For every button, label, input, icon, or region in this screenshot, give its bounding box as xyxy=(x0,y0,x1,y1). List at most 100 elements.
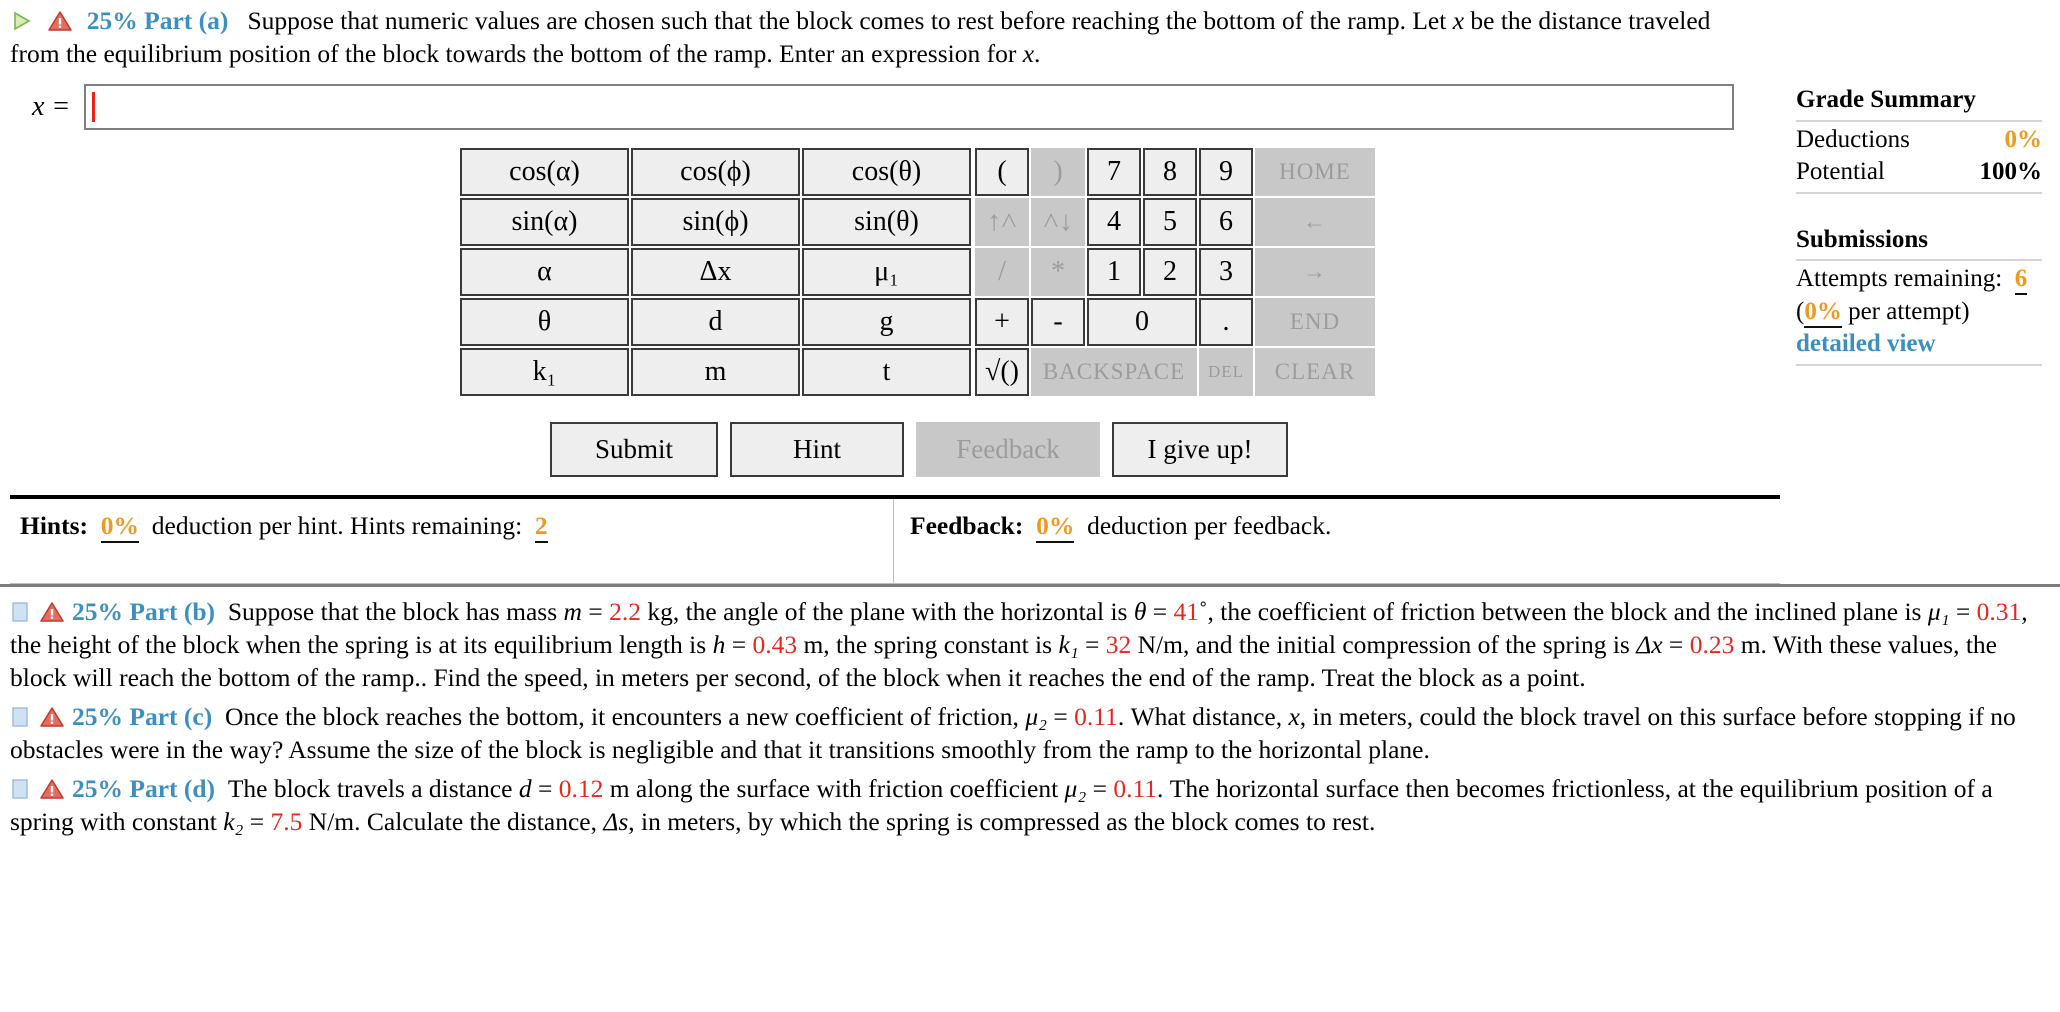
answer-row: x = xyxy=(10,70,1757,146)
part-text-segment: = xyxy=(1078,629,1106,659)
plus-key[interactable]: + xyxy=(975,298,1029,347)
multiply-key: * xyxy=(1031,248,1085,297)
part-text-segment: 0.12 xyxy=(558,774,604,804)
eight-key[interactable]: 8 xyxy=(1143,148,1197,197)
hints-label: Hints: xyxy=(20,511,89,541)
expand-square-icon[interactable] xyxy=(10,702,30,727)
paren-open-key[interactable]: ( xyxy=(975,148,1029,197)
symbol-key[interactable]: α xyxy=(460,248,629,297)
three-key[interactable]: 3 xyxy=(1199,248,1253,297)
end-key: END xyxy=(1255,298,1375,347)
triangle-right-icon[interactable] xyxy=(10,7,32,31)
collapsed-part: 25% Part (b) Suppose that the block has … xyxy=(10,591,2050,696)
expand-square-icon[interactable] xyxy=(10,597,30,622)
symbol-key[interactable]: sin(θ) xyxy=(802,198,971,247)
feedback-deduction-text: deduction per feedback. xyxy=(1087,511,1332,541)
part-text-segment: N/m. Calculate the distance, xyxy=(302,807,604,837)
divider xyxy=(1796,119,2042,122)
keypad-row: √() BACKSPACE DEL CLEAR xyxy=(975,348,1375,397)
submit-button[interactable]: Submit xyxy=(550,422,718,478)
part-text-segment: 32 xyxy=(1105,629,1132,659)
backspace-key: BACKSPACE xyxy=(1031,348,1197,397)
feedback-deduction-value: 0% xyxy=(1036,511,1075,544)
one-key[interactable]: 1 xyxy=(1087,248,1141,297)
part-text-segment: Δs xyxy=(603,807,629,837)
expand-square-icon[interactable] xyxy=(10,774,30,799)
part-text-segment: Suppose that the block has mass xyxy=(227,596,564,626)
symbol-key[interactable]: Δx xyxy=(631,248,800,297)
superscript-key: ↑˄ xyxy=(975,198,1029,247)
grade-summary-sidebar: Grade Summary Deductions 0% Potential 10… xyxy=(1796,84,2042,368)
part-a-label: Part (a) xyxy=(144,6,229,35)
keypad-row: cos(α) cos(ϕ) cos(θ) xyxy=(460,148,971,197)
symbol-key[interactable]: g xyxy=(802,298,971,347)
per-attempt-row: (0% per attempt) xyxy=(1796,296,2042,329)
subscript-key: ˄↓ xyxy=(1031,198,1085,247)
part-text-segment: μ₁ xyxy=(1927,596,1950,626)
part-text-segment: m, the spring constant is xyxy=(797,629,1059,659)
feedback-button: Feedback xyxy=(916,422,1100,478)
part-text-segment: d xyxy=(518,774,532,804)
decimal-key[interactable]: . xyxy=(1199,298,1253,347)
warning-icon xyxy=(48,7,73,31)
problem-page: 25% Part (a) Suppose that numeric values… xyxy=(0,0,2060,841)
delete-key: DEL xyxy=(1199,348,1253,397)
zero-key[interactable]: 0 xyxy=(1087,298,1197,347)
deductions-label: Deductions xyxy=(1796,125,1910,153)
symbol-key[interactable]: sin(α) xyxy=(460,198,629,247)
symbol-key[interactable]: k₁ xyxy=(460,348,629,397)
symbol-key[interactable]: cos(ϕ) xyxy=(631,148,800,197)
minus-key[interactable]: - xyxy=(1031,298,1085,347)
symbol-key[interactable]: cos(θ) xyxy=(802,148,971,197)
symbol-key[interactable]: d xyxy=(631,298,800,347)
deductions-value: 0% xyxy=(2004,125,2043,153)
part-percent: 25% xyxy=(72,596,123,626)
part-text-segment: Δx xyxy=(1636,629,1663,659)
grade-summary-title: Grade Summary xyxy=(1796,86,1976,113)
part-a-text-1: Suppose that numeric values are chosen s… xyxy=(247,6,1453,35)
divider xyxy=(1796,363,2042,366)
action-button-row: Submit Hint Feedback I give up! xyxy=(10,398,1757,495)
symbol-key[interactable]: t xyxy=(802,348,971,397)
keypad-row: / * 1 2 3 → xyxy=(975,248,1375,297)
potential-row: Potential 100% xyxy=(1796,156,2042,189)
nine-key[interactable]: 9 xyxy=(1199,148,1253,197)
clear-key: CLEAR xyxy=(1255,348,1375,397)
part-text-segment: 0.23 xyxy=(1689,629,1735,659)
symbol-key[interactable]: cos(α) xyxy=(460,148,629,197)
symbol-keypad: cos(α) cos(ϕ) cos(θ) sin(α) sin(ϕ) sin(θ) α Δx μ… xyxy=(458,146,973,398)
part-text-segment: k₂ xyxy=(223,807,244,837)
sqrt-key[interactable]: √() xyxy=(975,348,1029,397)
answer-label: x = xyxy=(32,91,71,123)
four-key[interactable]: 4 xyxy=(1087,198,1141,247)
symbol-key[interactable]: sin(ϕ) xyxy=(631,198,800,247)
symbol-key[interactable]: θ xyxy=(460,298,629,347)
give-up-button[interactable]: I give up! xyxy=(1112,422,1288,478)
collapsed-part: 25% Part (d) The block travels a distanc… xyxy=(10,768,2050,840)
part-a-header: 25% Part (a) Suppose that numeric values… xyxy=(10,4,1757,70)
part-text-segment: x xyxy=(1288,701,1300,731)
part-text-segment: , in meters, by which the spring is comp… xyxy=(628,807,1376,837)
detailed-view-link[interactable]: detailed view xyxy=(1796,330,1936,357)
warning-icon xyxy=(40,703,64,727)
feedback-cell: Feedback: 0% deduction per feedback. xyxy=(894,499,1780,582)
symbol-key[interactable]: μ₁ xyxy=(802,248,971,297)
hints-deduction-value: 0% xyxy=(100,511,140,544)
attempts-row: Attempts remaining: 6 xyxy=(1796,263,2042,296)
part-text-segment: . What distance, xyxy=(1117,701,1289,731)
two-key[interactable]: 2 xyxy=(1143,248,1197,297)
five-key[interactable]: 5 xyxy=(1143,198,1197,247)
answer-input[interactable] xyxy=(84,84,1735,131)
part-text-segment: N/m, and the initial compression of the … xyxy=(1131,629,1637,659)
seven-key[interactable]: 7 xyxy=(1087,148,1141,197)
six-key[interactable]: 6 xyxy=(1199,198,1253,247)
part-text-segment: μ₂ xyxy=(1064,774,1087,804)
hints-cell: Hints: 0% deduction per hint. Hints rema… xyxy=(10,499,894,583)
warning-icon xyxy=(40,775,64,799)
collapsed-parts-list: 25% Part (b) Suppose that the block has … xyxy=(0,587,2060,841)
part-text-segment: 0.11 xyxy=(1113,774,1158,804)
symbol-key[interactable]: m xyxy=(631,348,800,397)
part-text-segment: = xyxy=(531,774,559,804)
hint-button[interactable]: Hint xyxy=(730,422,904,478)
